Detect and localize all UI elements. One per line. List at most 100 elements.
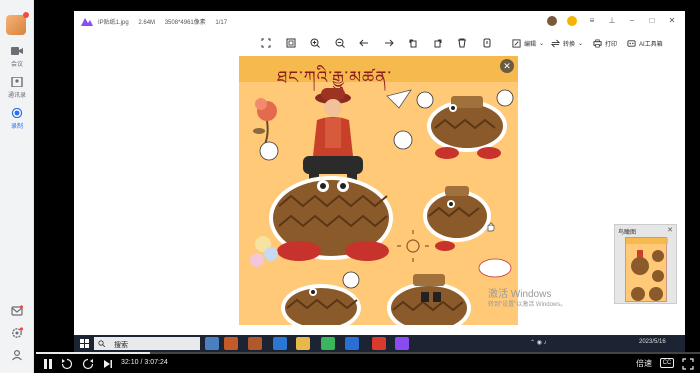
edit-label: 编辑 [524, 41, 537, 48]
menu-icon[interactable]: ≡ [587, 16, 597, 26]
print-button[interactable]: 打印 [593, 35, 617, 51]
ai-toolbox-label: AI工具箱 [639, 41, 663, 48]
taskbar-app-wechat[interactable] [321, 337, 335, 350]
playback-speed-button[interactable]: 倍速 [636, 358, 652, 369]
user-icon[interactable] [11, 349, 23, 361]
search-label: 搜索 [114, 342, 128, 349]
zoom-in-icon [310, 38, 321, 48]
convert-label: 转换 [563, 41, 576, 48]
convert-icon [551, 39, 560, 47]
edit-icon [512, 38, 521, 48]
rotate-left-button[interactable] [401, 36, 426, 50]
rotate-left-icon [409, 39, 417, 48]
next-track-icon[interactable] [102, 358, 114, 370]
info-icon [483, 38, 491, 48]
zoom-in-button[interactable] [303, 36, 328, 50]
actual-size-button[interactable] [279, 36, 304, 50]
close-icon[interactable]: ✕ [667, 226, 673, 234]
file-name: IP贴纸1.jpg [98, 20, 129, 26]
sidebar-item-label: 通讯录 [7, 93, 26, 99]
fit-screen-button[interactable] [254, 36, 279, 50]
video-progress-track[interactable] [36, 352, 700, 354]
screen: 会议 通讯录 录制 IP贴纸1.jpg 2.64M 3508*4961像素 1/… [0, 0, 700, 373]
hand-cursor-icon [487, 222, 495, 232]
fit-screen-icon [261, 38, 271, 48]
delete-button[interactable] [450, 36, 475, 50]
windows-start-icon[interactable] [80, 339, 89, 348]
overview-thumbnail[interactable] [625, 237, 668, 302]
chevron-down-icon: ⌄ [578, 40, 584, 47]
next-button[interactable] [377, 36, 402, 50]
taskbar-search[interactable]: 搜索 [94, 337, 200, 350]
minimize-button[interactable]: − [627, 16, 637, 26]
sidebar-item-meeting[interactable]: 会议 [0, 46, 34, 68]
windows-activation-hint: 转到"设置"以激活 Windows。 [488, 302, 567, 308]
pause-icon[interactable] [42, 358, 54, 370]
previous-icon [359, 39, 369, 47]
settings-icon[interactable] [11, 327, 23, 339]
rotate-right-icon [434, 39, 442, 48]
taskbar-app-wps[interactable] [372, 337, 386, 350]
title-bar: IP贴纸1.jpg 2.64M 3508*4961像素 1/17 ≡ ⊥ − □… [74, 11, 685, 31]
thumbnail-illustration [626, 238, 668, 301]
rewind-icon[interactable] [61, 358, 73, 370]
sidebar-item-label: 录制 [10, 124, 23, 130]
total-time: 3:07:24 [144, 359, 168, 366]
rotate-right-button[interactable] [426, 36, 451, 50]
info-button[interactable] [475, 36, 500, 50]
fullscreen-icon[interactable] [682, 358, 694, 370]
vip-badge-icon[interactable] [567, 16, 577, 26]
taskbar-app-explorer[interactable] [296, 337, 310, 350]
edit-button[interactable]: 编辑 ⌄ [512, 35, 544, 51]
sidebar-item-label: 会议 [10, 62, 23, 68]
print-label: 打印 [605, 41, 618, 48]
windows-activation-title: 激活 Windows [488, 289, 552, 300]
taskbar-app-tool[interactable] [224, 337, 238, 350]
actual-size-icon [286, 38, 296, 48]
record-icon [11, 108, 23, 118]
illustration [250, 88, 514, 325]
file-size: 2.64M [138, 20, 156, 26]
forward-icon[interactable] [82, 358, 94, 370]
overview-panel[interactable]: 鸟瞰图 ✕ [614, 224, 677, 304]
video-progress-fill [36, 352, 150, 354]
time-separator: / [140, 359, 143, 366]
next-icon [384, 39, 394, 47]
current-time: 32:10 [121, 359, 139, 366]
chevron-down-icon: ⌄ [539, 40, 545, 47]
taskbar-date: 2023/5/16 [639, 339, 666, 345]
overview-title: 鸟瞰图 [618, 230, 637, 236]
avatar[interactable] [547, 16, 557, 26]
mail-icon[interactable] [11, 305, 23, 317]
image-viewer-window: IP贴纸1.jpg 2.64M 3508*4961像素 1/17 ≡ ⊥ − □… [74, 11, 685, 335]
avatar[interactable] [6, 12, 29, 35]
displayed-image[interactable]: ཐང་ཀའི་རྒྱུ་མཚན་ ✕ [239, 56, 518, 325]
left-sidebar: 会议 通讯录 录制 [0, 0, 34, 373]
zoom-out-button[interactable] [328, 36, 353, 50]
zoom-out-icon [335, 38, 345, 48]
maximize-button[interactable]: □ [647, 16, 657, 26]
tray-icons[interactable]: ⌃ ◉ ♪ [530, 339, 547, 346]
sidebar-item-contacts[interactable]: 通讯录 [0, 77, 34, 99]
close-button[interactable]: ✕ [667, 16, 677, 26]
taskbar-app-desktop[interactable] [205, 337, 219, 350]
video-icon [11, 47, 23, 55]
ai-toolbox-button[interactable]: AI工具箱 [627, 35, 663, 51]
convert-button[interactable]: 转换 ⌄ [551, 35, 583, 51]
windows-taskbar: 搜索 ⌃ ◉ ♪ 2023/5/16 [74, 335, 685, 352]
taskbar-app-viewer[interactable] [395, 337, 409, 350]
app-logo-icon [81, 18, 93, 26]
print-icon [593, 39, 602, 47]
pin-icon[interactable]: ⊥ [607, 16, 617, 26]
video-control-bar: 32:10 / 3:07:24 倍速 CC [36, 352, 700, 373]
search-icon [98, 340, 105, 347]
previous-button[interactable] [352, 36, 377, 50]
ai-icon [627, 39, 636, 47]
taskbar-app-meeting[interactable] [345, 337, 359, 350]
taskbar-app-edge[interactable] [248, 337, 262, 350]
viewer-toolbar [254, 35, 499, 51]
subtitles-button[interactable]: CC [660, 358, 674, 368]
image-dimensions: 3508*4961像素 [164, 20, 206, 26]
taskbar-app-store[interactable] [273, 337, 287, 350]
sidebar-item-record[interactable]: 录制 [0, 108, 34, 130]
